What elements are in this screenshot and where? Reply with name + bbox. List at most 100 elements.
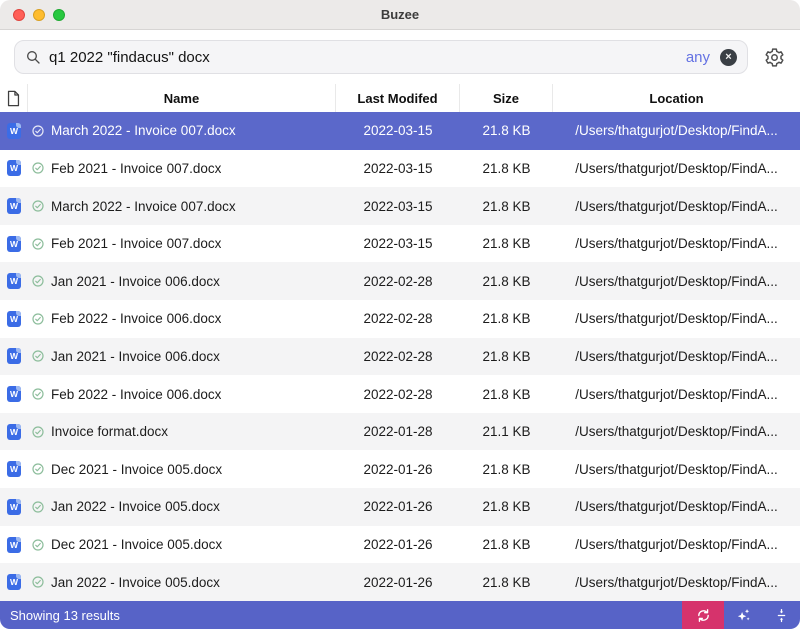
table-row[interactable]: WFeb 2021 - Invoice 007.docx2022-03-1521…: [0, 150, 800, 188]
file-name-cell: March 2022 - Invoice 007.docx: [28, 123, 336, 138]
location-cell: /Users/thatgurjot/Desktop/FindA...: [553, 123, 800, 138]
file-name-cell: Jan 2021 - Invoice 006.docx: [28, 349, 336, 364]
refresh-icon: [696, 608, 711, 623]
file-location: /Users/thatgurjot/Desktop/FindA...: [575, 161, 778, 176]
search-bar: q1 2022 "findacus" docx any ×: [0, 30, 800, 84]
app-window: Buzee q1 2022 "findacus" docx any ×: [0, 0, 800, 629]
column-header-name[interactable]: Name: [28, 84, 336, 112]
location-cell: /Users/thatgurjot/Desktop/FindA...: [553, 537, 800, 552]
location-cell: /Users/thatgurjot/Desktop/FindA...: [553, 236, 800, 251]
last-modified-cell: 2022-02-28: [336, 311, 460, 326]
status-bar: Showing 13 results: [0, 601, 800, 629]
column-header-file-type[interactable]: [0, 84, 28, 112]
word-file-icon: W: [7, 348, 21, 364]
file-type-cell: W: [0, 537, 28, 553]
file-type-cell: W: [0, 236, 28, 252]
minimize-window-button[interactable]: [33, 9, 45, 21]
file-name: Feb 2021 - Invoice 007.docx: [51, 236, 221, 251]
table-row[interactable]: WFeb 2022 - Invoice 006.docx2022-02-2821…: [0, 375, 800, 413]
settings-button[interactable]: [762, 45, 786, 69]
ai-sparkles-button[interactable]: [724, 601, 762, 629]
word-file-icon: W: [7, 537, 21, 553]
file-type-cell: W: [0, 461, 28, 477]
word-file-icon: W: [7, 574, 21, 590]
last-modified-cell: 2022-02-28: [336, 349, 460, 364]
traffic-lights: [13, 9, 65, 21]
check-circle-icon: [32, 576, 44, 588]
check-circle-icon: [32, 539, 44, 551]
file-name: Jan 2021 - Invoice 006.docx: [51, 274, 220, 289]
close-window-button[interactable]: [13, 9, 25, 21]
file-location: /Users/thatgurjot/Desktop/FindA...: [575, 387, 778, 402]
column-header-modified[interactable]: Last Modifed: [336, 84, 460, 112]
last-modified-cell: 2022-03-15: [336, 161, 460, 176]
file-name-cell: Invoice format.docx: [28, 424, 336, 439]
last-modified-cell: 2022-02-28: [336, 274, 460, 289]
table-row[interactable]: WJan 2021 - Invoice 006.docx2022-02-2821…: [0, 262, 800, 300]
file-location: /Users/thatgurjot/Desktop/FindA...: [575, 123, 778, 138]
check-circle-icon: [32, 313, 44, 325]
table-row[interactable]: WFeb 2022 - Invoice 006.docx2022-02-2821…: [0, 300, 800, 338]
file-name-cell: Dec 2021 - Invoice 005.docx: [28, 537, 336, 552]
file-name: Feb 2022 - Invoice 006.docx: [51, 311, 221, 326]
file-name-cell: Dec 2021 - Invoice 005.docx: [28, 462, 336, 477]
table-row[interactable]: WDec 2021 - Invoice 005.docx2022-01-2621…: [0, 450, 800, 488]
column-header-location[interactable]: Location: [553, 84, 800, 112]
file-location: /Users/thatgurjot/Desktop/FindA...: [575, 199, 778, 214]
location-cell: /Users/thatgurjot/Desktop/FindA...: [553, 311, 800, 326]
table-row[interactable]: WFeb 2021 - Invoice 007.docx2022-03-1521…: [0, 225, 800, 263]
location-cell: /Users/thatgurjot/Desktop/FindA...: [553, 161, 800, 176]
column-header-size[interactable]: Size: [460, 84, 553, 112]
expand-vertical-icon: [774, 608, 789, 623]
table-row[interactable]: WInvoice format.docx2022-01-2821.1 KB/Us…: [0, 413, 800, 451]
location-cell: /Users/thatgurjot/Desktop/FindA...: [553, 274, 800, 289]
table-row[interactable]: WMarch 2022 - Invoice 007.docx2022-03-15…: [0, 187, 800, 225]
size-cell: 21.8 KB: [460, 462, 553, 477]
check-circle-icon: [32, 125, 44, 137]
table-row[interactable]: WDec 2021 - Invoice 005.docx2022-01-2621…: [0, 526, 800, 564]
size-cell: 21.8 KB: [460, 387, 553, 402]
word-file-icon: W: [7, 160, 21, 176]
file-location: /Users/thatgurjot/Desktop/FindA...: [575, 424, 778, 439]
file-location: /Users/thatgurjot/Desktop/FindA...: [575, 575, 778, 590]
file-location: /Users/thatgurjot/Desktop/FindA...: [575, 236, 778, 251]
last-modified-cell: 2022-01-26: [336, 537, 460, 552]
size-cell: 21.1 KB: [460, 424, 553, 439]
table-row[interactable]: WJan 2022 - Invoice 005.docx2022-01-2621…: [0, 563, 800, 601]
search-input[interactable]: q1 2022 "findacus" docx any ×: [14, 40, 748, 74]
clear-search-icon[interactable]: ×: [720, 49, 737, 66]
file-name: Jan 2021 - Invoice 006.docx: [51, 349, 220, 364]
check-circle-icon: [32, 501, 44, 513]
word-file-icon: W: [7, 123, 21, 139]
refresh-button[interactable]: [682, 601, 724, 629]
table-row[interactable]: WJan 2022 - Invoice 005.docx2022-01-2621…: [0, 488, 800, 526]
status-actions: [682, 601, 800, 629]
file-name-cell: Jan 2022 - Invoice 005.docx: [28, 575, 336, 590]
check-circle-icon: [32, 388, 44, 400]
word-file-icon: W: [7, 461, 21, 477]
file-location: /Users/thatgurjot/Desktop/FindA...: [575, 537, 778, 552]
file-name-cell: Feb 2022 - Invoice 006.docx: [28, 311, 336, 326]
size-cell: 21.8 KB: [460, 349, 553, 364]
word-file-icon: W: [7, 236, 21, 252]
last-modified-cell: 2022-03-15: [336, 199, 460, 214]
file-name: Jan 2022 - Invoice 005.docx: [51, 499, 220, 514]
file-name: Jan 2022 - Invoice 005.docx: [51, 575, 220, 590]
search-scope-dropdown[interactable]: any: [686, 49, 710, 66]
location-cell: /Users/thatgurjot/Desktop/FindA...: [553, 462, 800, 477]
check-circle-icon: [32, 426, 44, 438]
expand-rows-button[interactable]: [762, 601, 800, 629]
location-cell: /Users/thatgurjot/Desktop/FindA...: [553, 387, 800, 402]
check-circle-icon: [32, 350, 44, 362]
file-type-cell: W: [0, 424, 28, 440]
check-circle-icon: [32, 162, 44, 174]
table-row[interactable]: W Jan 2021 - Invoice 006.docx 2022-02-2821…: [0, 338, 800, 376]
word-file-icon: W: [7, 198, 21, 214]
word-file-icon: W: [7, 273, 21, 289]
file-name: Invoice format.docx: [51, 424, 168, 439]
size-cell: 21.8 KB: [460, 199, 553, 214]
location-cell: /Users/thatgurjot/Desktop/FindA...: [553, 424, 800, 439]
file-location: /Users/thatgurjot/Desktop/FindA...: [575, 311, 778, 326]
table-row[interactable]: WMarch 2022 - Invoice 007.docx2022-03-15…: [0, 112, 800, 150]
zoom-window-button[interactable]: [53, 9, 65, 21]
